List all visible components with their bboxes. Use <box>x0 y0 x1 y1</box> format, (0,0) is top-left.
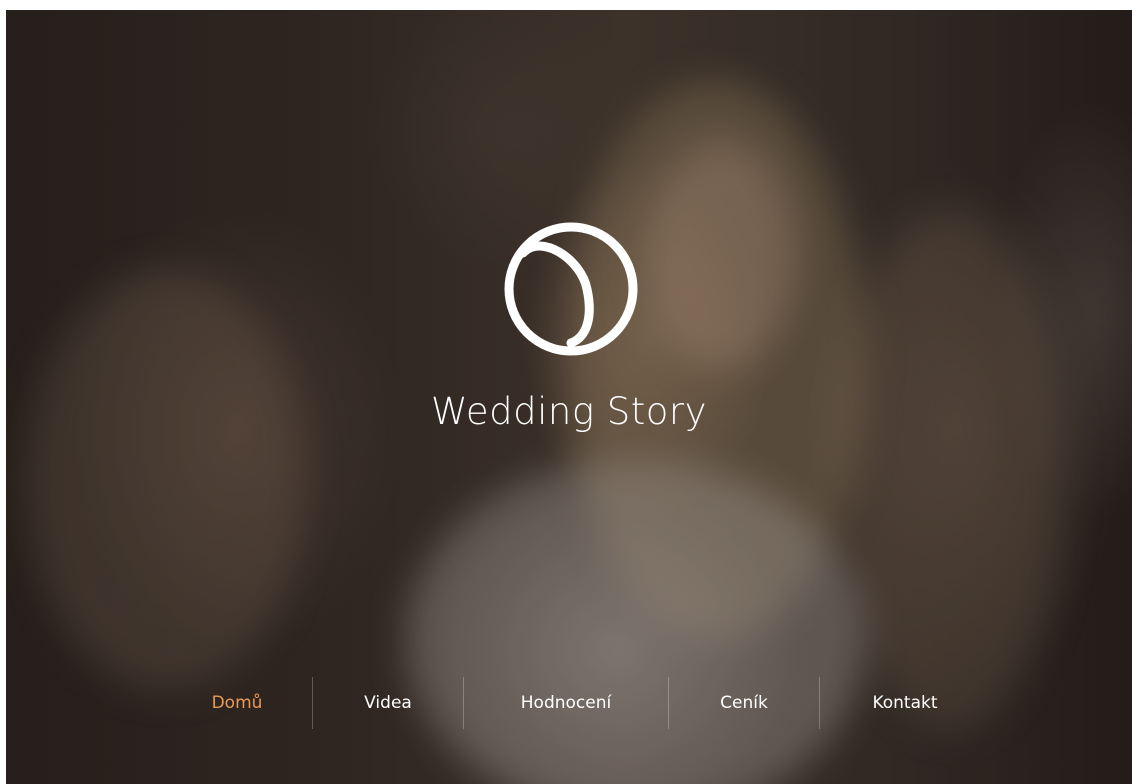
nav-item-videa[interactable]: Videa <box>313 677 463 729</box>
main-navigation: Domů Videa Hodnocení Ceník Kontakt <box>162 677 990 729</box>
s-circle-logo-icon[interactable] <box>501 219 641 359</box>
brand-name: Wedding Story <box>430 390 708 433</box>
nav-item-domu[interactable]: Domů <box>162 677 312 729</box>
nav-item-kontakt[interactable]: Kontakt <box>820 677 990 729</box>
nav-item-cenik[interactable]: Ceník <box>669 677 819 729</box>
nav-item-hodnoceni[interactable]: Hodnocení <box>464 677 668 729</box>
hero-background-photo: Wedding Story Domů Videa Hodnocení Ceník… <box>6 10 1132 784</box>
